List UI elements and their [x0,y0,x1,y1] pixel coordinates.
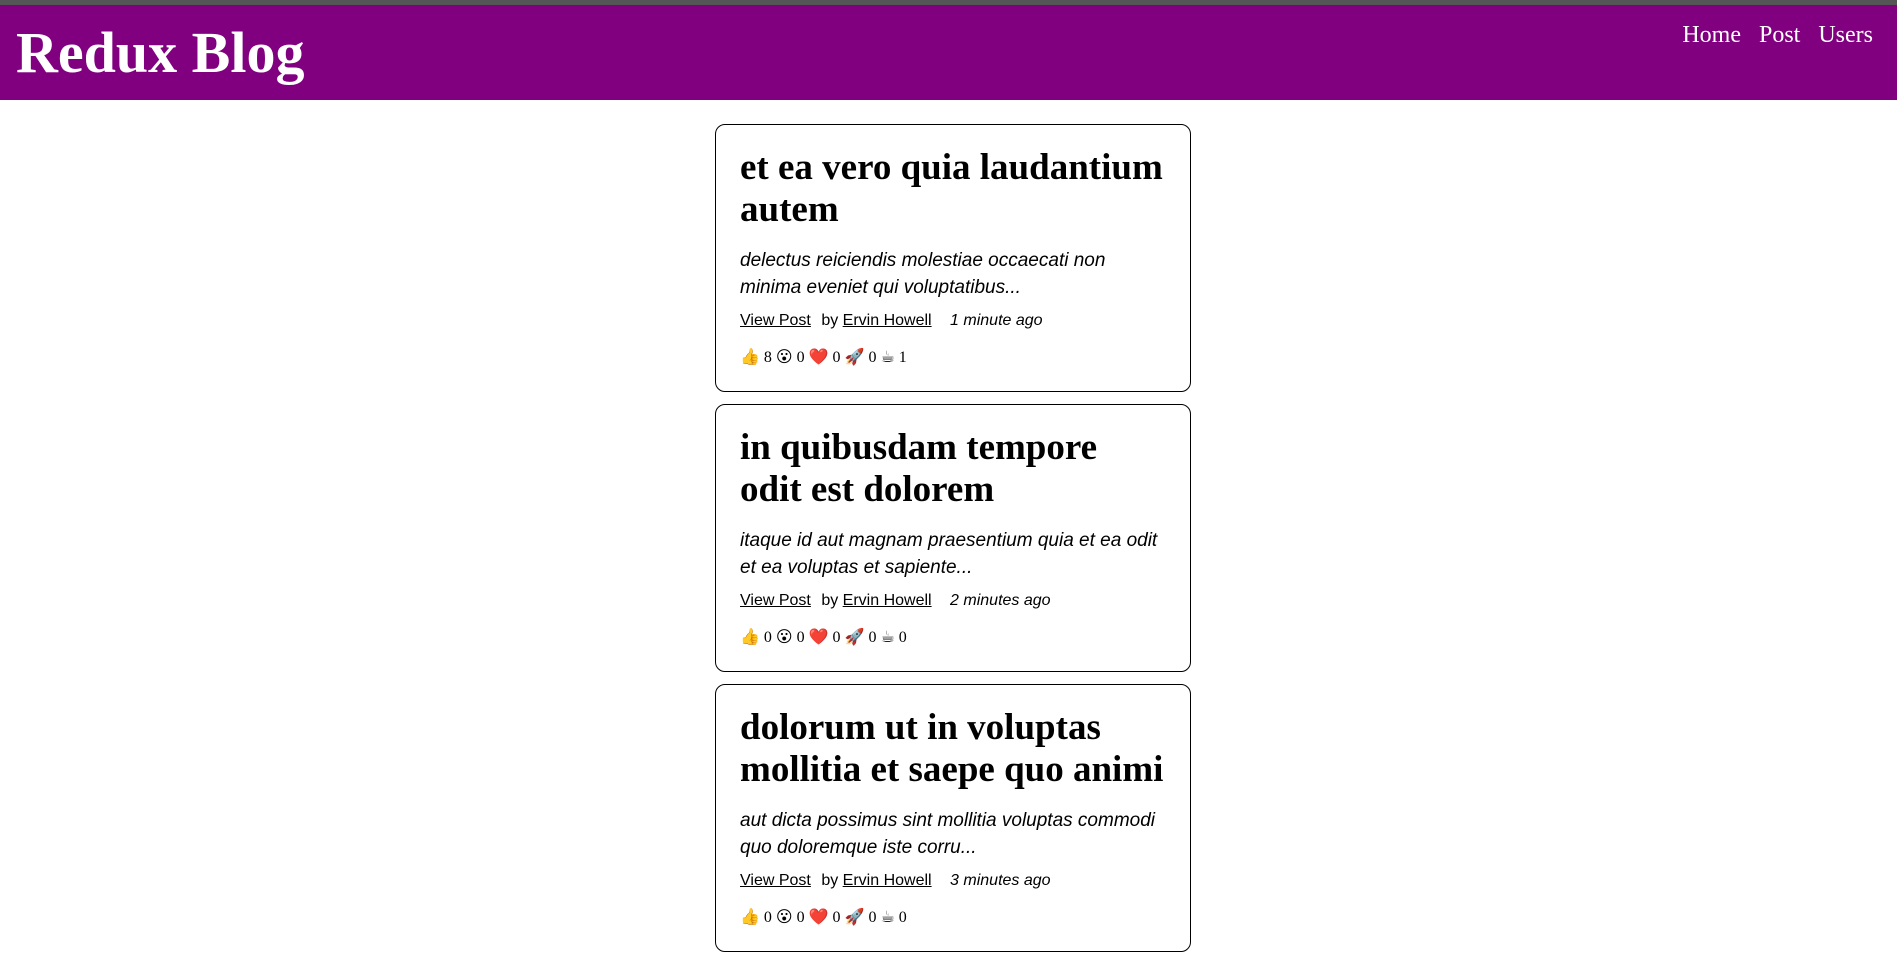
heart-icon: ❤️ [808,347,829,366]
nav-users-link[interactable]: Users [1818,22,1873,49]
by-label: by [821,872,839,889]
reaction-buttons: 👍 0 😮 0 ❤️ 0 🚀 0 ☕ 0 [740,907,1166,927]
reaction-count: 0 [832,629,841,646]
coffee-icon: ☕ [880,907,895,926]
heart-reaction-button[interactable]: ❤️ 0 [809,907,841,927]
rocket-reaction-button[interactable]: 🚀 0 [845,907,877,927]
post-excerpt: delectus reiciendis molestiae occaecati … [740,250,1106,298]
post-meta: View Post by Ervin Howell 3 minutes ago [740,871,1166,891]
wow-icon: 😮 [775,347,793,366]
coffee-reaction-button[interactable]: ☕ 1 [880,347,906,367]
reaction-count: 8 [763,349,772,366]
post-card: in quibusdam tempore odit est dolorem it… [715,404,1191,672]
nav-home-link[interactable]: Home [1682,22,1741,49]
rocket-icon: 🚀 [844,347,865,366]
posts-list: et ea vero quia laudantium autem delectu… [715,124,1191,964]
reaction-buttons: 👍 8 😮 0 ❤️ 0 🚀 0 ☕ 1 [740,347,1166,367]
wow-reaction-button[interactable]: 😮 0 [776,627,805,647]
post-card: et ea vero quia laudantium autem delectu… [715,124,1191,392]
reaction-count: 0 [898,629,907,646]
post-meta: View Post by Ervin Howell 1 minute ago [740,311,1166,331]
post-title: et ea vero quia laudantium autem [740,147,1163,230]
reaction-count: 0 [763,629,772,646]
rocket-icon: 🚀 [844,627,865,646]
reaction-count: 0 [868,909,877,926]
reaction-buttons: 👍 0 😮 0 ❤️ 0 🚀 0 ☕ 0 [740,627,1166,647]
thumbs-up-reaction-button[interactable]: 👍 0 [740,627,772,647]
rocket-reaction-button[interactable]: 🚀 0 [845,347,877,367]
reaction-count: 0 [898,909,907,926]
post-excerpt: itaque id aut magnam praesentium quia et… [740,530,1158,578]
coffee-reaction-button[interactable]: ☕ 0 [880,907,906,927]
post-title: in quibusdam tempore odit est dolorem [740,427,1098,510]
view-post-link[interactable]: View Post [740,312,811,329]
heart-icon: ❤️ [808,627,829,646]
thumbs-up-icon: 👍 [740,907,760,926]
thumbs-up-icon: 👍 [740,627,760,646]
thumbs-up-icon: 👍 [740,347,760,366]
site-title: Redux Blog [16,20,305,85]
coffee-reaction-button[interactable]: ☕ 0 [880,627,906,647]
coffee-icon: ☕ [880,347,895,366]
heart-reaction-button[interactable]: ❤️ 0 [809,347,841,367]
view-post-link[interactable]: View Post [740,872,811,889]
post-title: dolorum ut in voluptas mollitia et saepe… [740,707,1164,790]
wow-reaction-button[interactable]: 😮 0 [776,347,805,367]
reaction-count: 0 [796,909,805,926]
main-nav: Home Post Users [1682,22,1873,49]
post-timestamp: 2 minutes ago [950,592,1051,609]
view-post-link[interactable]: View Post [740,592,811,609]
reaction-count: 0 [796,629,805,646]
author-link[interactable]: Ervin Howell [843,312,932,329]
heart-icon: ❤️ [808,907,829,926]
coffee-icon: ☕ [880,627,895,646]
wow-icon: 😮 [775,627,793,646]
heart-reaction-button[interactable]: ❤️ 0 [809,627,841,647]
post-excerpt: aut dicta possimus sint mollitia volupta… [740,810,1156,858]
post-meta: View Post by Ervin Howell 2 minutes ago [740,591,1166,611]
post-timestamp: 3 minutes ago [950,872,1051,889]
nav-post-link[interactable]: Post [1759,22,1800,49]
wow-icon: 😮 [775,907,793,926]
author-link[interactable]: Ervin Howell [843,592,932,609]
reaction-count: 0 [868,629,877,646]
author-link[interactable]: Ervin Howell [843,872,932,889]
post-timestamp: 1 minute ago [950,312,1043,329]
thumbs-up-reaction-button[interactable]: 👍 8 [740,347,772,367]
post-card: dolorum ut in voluptas mollitia et saepe… [715,684,1191,952]
thumbs-up-reaction-button[interactable]: 👍 0 [740,907,772,927]
by-label: by [821,592,839,609]
rocket-reaction-button[interactable]: 🚀 0 [845,627,877,647]
reaction-count: 0 [796,349,805,366]
reaction-count: 0 [832,909,841,926]
rocket-icon: 🚀 [844,907,865,926]
wow-reaction-button[interactable]: 😮 0 [776,907,805,927]
site-header: Redux Blog Home Post Users [0,5,1897,100]
reaction-count: 0 [868,349,877,366]
reaction-count: 0 [832,349,841,366]
by-label: by [821,312,839,329]
reaction-count: 0 [763,909,772,926]
reaction-count: 1 [898,349,907,366]
